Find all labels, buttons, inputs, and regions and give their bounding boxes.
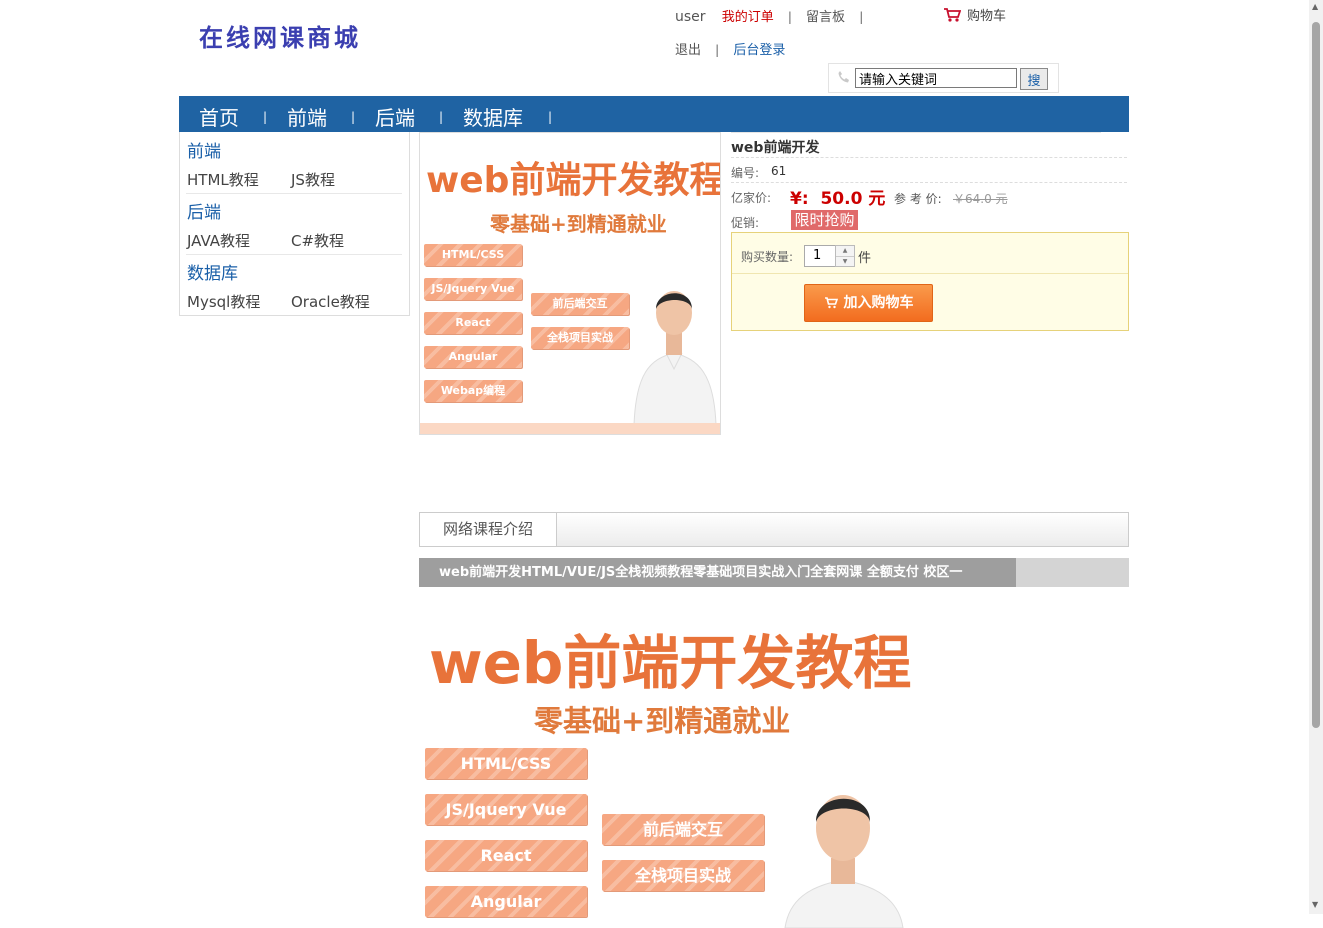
sidebar-item-csharp[interactable]: C#教程 (291, 230, 344, 251)
tab-course-intro[interactable]: 网络课程介绍 (420, 513, 557, 546)
sidebar-category-backend[interactable]: 后端 (187, 198, 221, 223)
detail-tabs: 网络课程介绍 (419, 512, 1129, 547)
presenter-photo (784, 795, 904, 928)
search-input[interactable] (855, 68, 1017, 88)
sidebar-item-js[interactable]: JS教程 (291, 169, 335, 190)
product-title: web前端开发 (731, 140, 820, 156)
description-title: web前端开发HTML/VUE/JS全栈视频教程零基础项目实战入门全套网课 全额… (419, 558, 1016, 587)
poster-tag: 前后端交互 (602, 814, 764, 845)
poster-tag: HTML/CSS (424, 244, 522, 266)
price-label: 亿家价: (731, 191, 772, 205)
poster-tag: React (424, 312, 522, 334)
nav-separator: | (548, 110, 553, 124)
scrollbar-thumb[interactable] (1312, 22, 1320, 728)
promo-badge: 限时抢购 (791, 210, 858, 230)
top-links-2: 退出 | 后台登录 (675, 39, 785, 58)
ref-price-label: 参 考 价: (894, 192, 942, 206)
product-price: ¥: 50.0 元 (790, 189, 886, 209)
code-label: 编号: (731, 166, 760, 180)
description-bar: web前端开发HTML/VUE/JS全栈视频教程零基础项目实战入门全套网课 全额… (419, 558, 1129, 587)
cart-label: 购物车 (967, 9, 1007, 24)
sidebar-item-oracle[interactable]: Oracle教程 (291, 291, 370, 312)
detail-image: web前端开发教程 零基础+到精通就业 HTML/CSS JS/Jquery V… (419, 598, 912, 928)
poster-tag: 全栈项目实战 (531, 327, 629, 349)
sidebar-item-html[interactable]: HTML教程 (187, 169, 259, 190)
divider (186, 254, 402, 255)
logout-link[interactable]: 退出 (675, 43, 701, 58)
link-separator: | (715, 43, 720, 57)
sidebar-item-java[interactable]: JAVA教程 (187, 230, 250, 251)
category-sidebar: 前端 HTML教程 JS教程 后端 JAVA教程 C#教程 数据库 Mysql教… (179, 132, 410, 316)
poster-tag: React (425, 840, 587, 871)
nav-item-backend[interactable]: 后端 (375, 102, 415, 131)
divider (731, 182, 1127, 183)
nav-separator: | (351, 110, 356, 124)
presenter-photo (633, 291, 717, 425)
poster-tag: JS/Jquery Vue (425, 794, 587, 825)
guestbook-link[interactable]: 留言板 (806, 10, 845, 25)
poster-title: web前端开发教程 (426, 160, 721, 201)
scroll-up-icon[interactable]: ▲ (1312, 2, 1318, 11)
search-button[interactable]: 搜 (1020, 68, 1048, 90)
poster-tag: Webap编程 (424, 380, 522, 402)
nav-separator: | (263, 110, 268, 124)
poster-tag: 前后端交互 (531, 293, 629, 315)
cart-link[interactable]: 购物车 (943, 5, 1006, 24)
nav-item-frontend[interactable]: 前端 (287, 102, 327, 131)
poster-tag: Angular (424, 346, 522, 368)
poster-tag: Angular (425, 886, 587, 917)
product-image[interactable]: web前端开发教程 零基础+到精通就业 HTML/CSS JS/Jquery V… (419, 132, 721, 435)
poster-subtitle: 零基础+到精通就业 (534, 704, 791, 738)
add-to-cart-label: 加入购物车 (843, 295, 914, 311)
promo-label: 促销: (731, 216, 760, 230)
poster-tag: HTML/CSS (425, 748, 587, 779)
nav-separator: | (439, 110, 444, 124)
link-separator: | (859, 10, 864, 24)
poster-tag: 全栈项目实战 (602, 860, 764, 891)
poster-title: web前端开发教程 (429, 629, 912, 697)
poster-tag: JS/Jquery Vue (424, 278, 522, 300)
divider (731, 132, 1101, 133)
quantity-stepper[interactable]: ▲ ▼ (835, 245, 855, 267)
username: user (675, 9, 706, 25)
divider (731, 157, 1127, 158)
link-separator: | (787, 10, 792, 24)
phone-icon (838, 71, 849, 83)
scroll-down-icon[interactable]: ▼ (1312, 900, 1318, 909)
quantity-unit: 件 (858, 251, 872, 266)
site-logo[interactable]: 在线网课商城 (199, 18, 361, 53)
poster-footer-strip (420, 423, 720, 434)
add-to-cart-button[interactable]: 加入购物车 (804, 284, 933, 322)
admin-login-link[interactable]: 后台登录 (733, 43, 785, 58)
cart-icon (944, 8, 962, 22)
sidebar-item-mysql[interactable]: Mysql教程 (187, 291, 260, 312)
buy-box: 购买数量: 1 ▲ ▼ 件 加入购物车 (731, 232, 1129, 331)
divider (186, 193, 402, 194)
divider (732, 273, 1128, 274)
search-box: 搜 (828, 63, 1059, 93)
nav-item-database[interactable]: 数据库 (463, 102, 523, 131)
stepper-down-icon[interactable]: ▼ (836, 256, 854, 266)
sidebar-category-database[interactable]: 数据库 (187, 259, 238, 284)
product-code: 61 (771, 164, 787, 178)
quantity-label: 购买数量: (741, 250, 794, 264)
stepper-up-icon[interactable]: ▲ (836, 246, 854, 256)
nav-item-home[interactable]: 首页 (199, 102, 239, 131)
poster-subtitle: 零基础+到精通就业 (490, 212, 667, 236)
page-scrollbar[interactable]: ▲ ▼ (1309, 0, 1323, 914)
ref-price: ￥64.0 元 (953, 192, 1008, 206)
cart-icon (824, 297, 838, 309)
main-nav: 首页 | 前端 | 后端 | 数据库 | (179, 96, 1129, 132)
top-links: user 我的订单 | 留言板 | (675, 6, 873, 25)
my-orders-link[interactable]: 我的订单 (722, 10, 774, 25)
sidebar-category-frontend[interactable]: 前端 (187, 137, 221, 162)
